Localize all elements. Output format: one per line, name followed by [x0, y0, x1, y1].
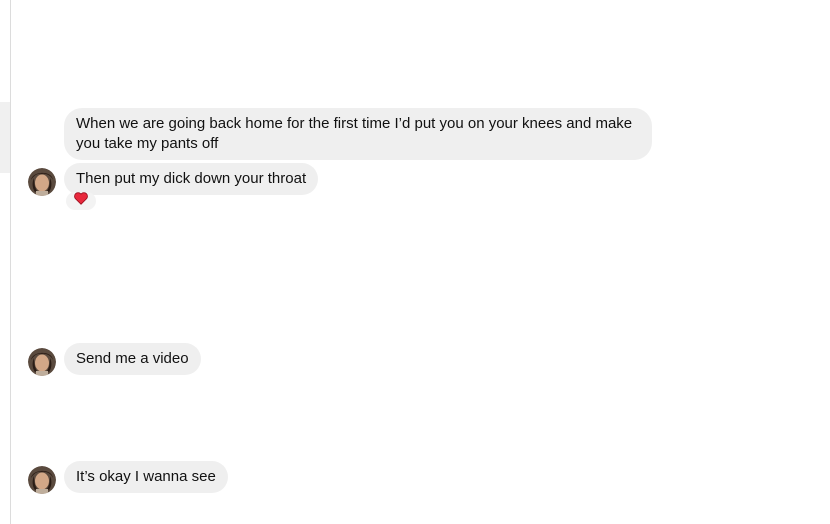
chat-window: When we are going back home for the firs… [0, 0, 830, 524]
message-text: When we are going back home for the firs… [76, 115, 633, 152]
avatar[interactable] [28, 348, 56, 376]
message-bubble[interactable]: It’s okay I wanna see [64, 461, 228, 493]
message-text: It’s okay I wanna see [76, 468, 216, 485]
message-text: Then put my dick down your throat [76, 170, 307, 187]
message-text: Send me a video [76, 350, 189, 367]
heart-icon [74, 192, 88, 210]
avatar[interactable] [28, 168, 56, 196]
left-rail-tab[interactable] [0, 102, 10, 173]
message-bubble[interactable]: Then put my dick down your throat [64, 163, 319, 195]
message-bubble[interactable]: When we are going back home for the firs… [64, 108, 652, 160]
left-rail [0, 0, 11, 524]
message-bubble[interactable]: Send me a video [64, 343, 201, 375]
avatar[interactable] [28, 466, 56, 494]
reaction-badge[interactable] [66, 192, 96, 210]
